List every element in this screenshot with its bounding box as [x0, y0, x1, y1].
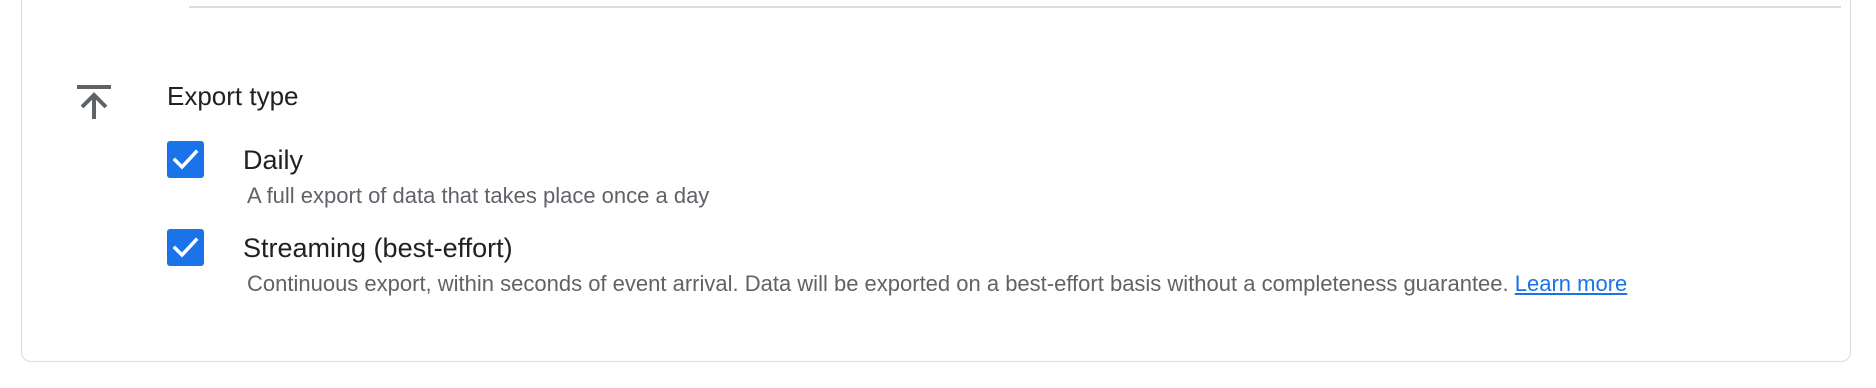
streaming-checkbox[interactable]	[167, 229, 204, 266]
checkmark-icon	[172, 149, 199, 170]
section-title: Export type	[167, 81, 299, 111]
upload-icon	[74, 82, 114, 122]
daily-description: A full export of data that takes place o…	[247, 183, 710, 208]
checkmark-icon	[172, 237, 199, 258]
daily-checkbox[interactable]	[167, 141, 204, 178]
daily-label[interactable]: Daily	[243, 143, 303, 177]
streaming-description: Continuous export, within seconds of eve…	[247, 271, 1515, 296]
learn-more-link[interactable]: Learn more	[1515, 271, 1628, 296]
section-divider	[189, 6, 1841, 8]
streaming-label[interactable]: Streaming (best-effort)	[243, 231, 513, 265]
export-settings-card	[21, 0, 1851, 362]
streaming-description-row: Continuous export, within seconds of eve…	[247, 270, 1627, 298]
